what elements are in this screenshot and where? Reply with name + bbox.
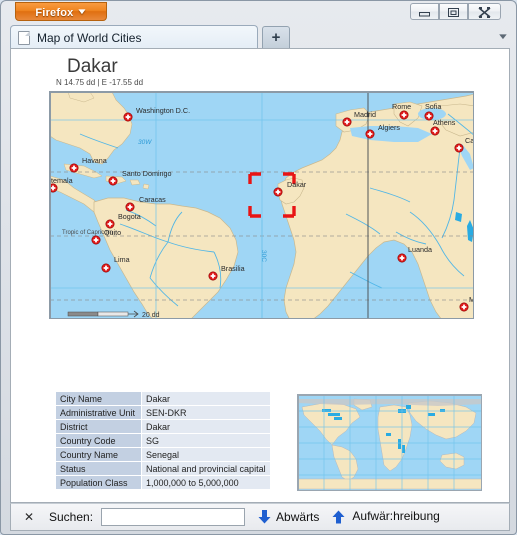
attribute-key: District (55, 419, 142, 434)
document-icon (18, 30, 30, 45)
page-content: Dakar N 14.75 dd | E -17.55 dd 30W 30C T… (10, 48, 510, 503)
main-map-canvas: 30W 30C Tropic of Capricorn Washington D… (50, 92, 474, 319)
new-tab-button[interactable]: + (262, 26, 290, 49)
close-button[interactable] (468, 3, 501, 20)
find-previous-button[interactable]: Abwärts (258, 510, 319, 524)
title-bar: Firefox ▼ (1, 1, 516, 23)
chevron-down-icon: ▼ (76, 7, 89, 16)
tab-label: Map of World Cities (37, 30, 142, 45)
tab-map-of-world-cities[interactable]: Map of World Cities (10, 25, 258, 49)
firefox-menu-button[interactable]: Firefox ▼ (15, 2, 107, 21)
city-label: Algiers (378, 123, 400, 132)
new-tab-label: + (271, 29, 281, 46)
table-row: Status National and provincial capital (55, 461, 271, 476)
attribute-value: 1,000,000 to 5,000,000 (141, 475, 271, 490)
svg-text:20 dd: 20 dd (142, 312, 160, 319)
city-label: Luanda (408, 245, 432, 254)
table-row: District Dakar (55, 419, 271, 434)
tab-strip: Map of World Cities + ▼ (1, 23, 516, 49)
minimize-icon (419, 12, 430, 17)
city-label: Madrid (354, 110, 376, 119)
city-label: Cairo (465, 136, 474, 145)
svg-text:30C: 30C (260, 250, 267, 262)
arrow-down-icon (258, 510, 271, 524)
attribute-key: Country Code (55, 433, 142, 448)
page-title: Dakar (67, 56, 118, 77)
city-label: Bogota (118, 212, 141, 221)
find-down-label: Abwärts (276, 510, 320, 524)
attribute-value: National and provincial capital (141, 461, 271, 476)
attribute-value: Dakar (141, 419, 271, 434)
table-row: Population Class 1,000,000 to 5,000,000 (55, 475, 271, 490)
arrow-up-icon (332, 510, 345, 524)
attribute-key: Population Class (55, 475, 142, 490)
city-label: Washington D.C. (136, 106, 190, 115)
search-input[interactable] (101, 508, 246, 526)
table-row: City Name Dakar (55, 391, 271, 406)
close-icon[interactable]: ✕ (21, 509, 37, 525)
main-map[interactable]: 30W 30C Tropic of Capricorn Washington D… (49, 91, 474, 319)
attribute-value: SG (141, 433, 271, 448)
city-label: Brasilia (221, 264, 245, 273)
firefox-menu-label: Firefox (35, 7, 74, 19)
minimize-button[interactable] (410, 3, 439, 20)
attribute-key: City Name (55, 391, 142, 406)
restore-icon (448, 8, 459, 17)
find-up-label: Aufwär:hreibung (352, 509, 440, 523)
city-label: Dakar (287, 180, 307, 189)
attribute-value: Senegal (141, 447, 271, 462)
attribute-key: Status (55, 461, 142, 476)
find-label: Suchen: (49, 510, 94, 524)
attribute-value: Dakar (141, 391, 271, 406)
city-label: Caracas (139, 195, 166, 204)
city-label: Quito (104, 228, 121, 237)
attribute-key: Administrative Unit (55, 405, 142, 420)
close-icon (478, 7, 491, 18)
attribute-value: SEN-DKR (141, 405, 271, 420)
city-label: Lima (114, 255, 130, 264)
city-label: Sofia (425, 102, 441, 111)
city-label: Rome (392, 102, 411, 111)
browser-window: Firefox ▼ Map of World Cities + ▼ Dakar … (0, 0, 517, 535)
clipped-content-row (297, 493, 482, 502)
city-label: Santo Domingo (122, 169, 172, 178)
find-next-and-match-case-overlap[interactable]: Aufwär:hreibung (332, 509, 452, 525)
city-label: Maputo (469, 295, 474, 304)
world-overview-map[interactable] (297, 394, 482, 491)
chevron-down-icon[interactable]: ▼ (497, 32, 510, 41)
table-row: Country Code SG (55, 433, 271, 448)
svg-text:30W: 30W (138, 139, 152, 146)
restore-button[interactable] (439, 3, 468, 20)
attribute-key: Country Name (55, 447, 142, 462)
city-label: Athens (433, 118, 456, 127)
page-coordinates: N 14.75 dd | E -17.55 dd (56, 78, 144, 87)
table-row: Country Name Senegal (55, 447, 271, 462)
city-label: temala (51, 176, 73, 185)
city-label: Havana (82, 156, 107, 165)
table-row: Administrative Unit SEN-DKR (55, 405, 271, 420)
find-bar: ✕ Suchen: Abwärts Aufwär:hreibung (10, 503, 510, 531)
world-overview-canvas (298, 395, 481, 490)
attributes-table: City Name Dakar Administrative Unit SEN-DKR… (55, 391, 271, 490)
